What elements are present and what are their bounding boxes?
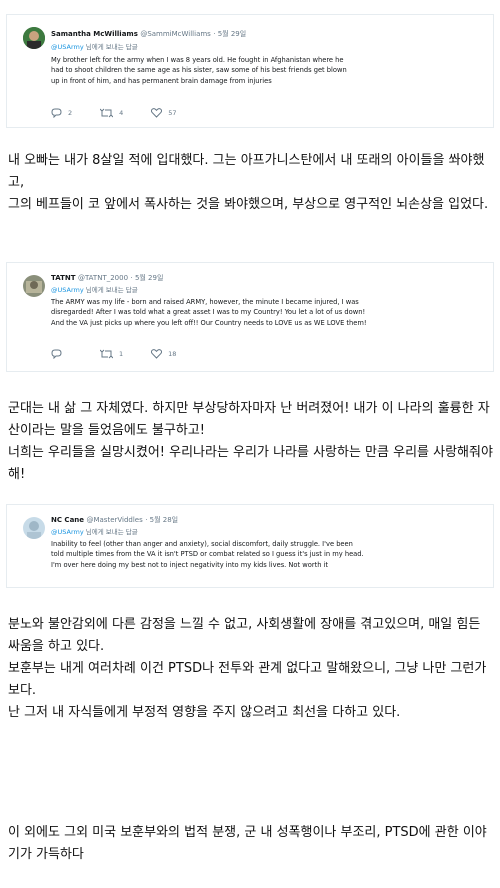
retweet-icon (100, 349, 113, 359)
tweet-text: The ARMY was my life - born and raised A… (51, 298, 367, 327)
translation-block-2: 군대는 내 삶 그 자체였다. 하지만 부상당하자마자 난 버려졌어! 내가 이… (8, 398, 494, 486)
summary-text: 이 외에도 그외 미국 보훈부와의 법적 분쟁, 군 내 성폭행이나 부조리, … (8, 825, 487, 862)
translation-line: 너희는 우리들을 실망시켰어! 우리나라는 우리가 나라를 사랑하는 만큼 우리… (8, 445, 493, 482)
reply-to-link[interactable]: @USArmy (51, 286, 84, 294)
translation-line: 군대는 내 삶 그 자체였다. 하지만 부상당하자마자 난 버려졌어! 내가 이… (8, 401, 490, 438)
reply-context: @USArmy 님에게 보내는 답글 (51, 284, 138, 294)
tweet-date[interactable]: 5월 29일 (218, 30, 246, 38)
translation-line: 난 그저 내 자식들에게 부정적 영향을 주지 않으려고 최선을 다하고 있다. (8, 705, 401, 720)
tweet-text: Inability to feel (other than anger and … (51, 540, 364, 569)
avatar[interactable] (23, 27, 45, 49)
reply-to-link[interactable]: @USArmy (51, 528, 84, 536)
heart-icon (151, 349, 163, 359)
avatar-photo-icon (23, 275, 45, 297)
heart-icon (151, 108, 163, 118)
like-count: 57 (168, 109, 177, 117)
reply-context: @USArmy 님에게 보내는 답글 (51, 526, 138, 536)
reply-icon (51, 108, 62, 118)
reply-icon (51, 349, 62, 359)
reply-suffix: 님에게 보내는 답글 (85, 43, 138, 51)
reply-to-link[interactable]: @USArmy (51, 43, 84, 51)
like-button[interactable]: 57 (151, 108, 177, 118)
avatar[interactable] (23, 275, 45, 297)
author-name: Samantha McWilliams (51, 30, 138, 38)
author-handle: @MasterViddles (86, 516, 143, 524)
translation-line: 그의 베프들이 코 앞에서 폭사하는 것을 봐야했으며, 부상으로 영구적인 뇌… (8, 197, 489, 212)
avatar-photo-icon (23, 27, 45, 49)
translation-block-3: 분노와 불안감외에 다른 감정을 느낄 수 없고, 사회생활에 장애를 겪고있으… (8, 614, 494, 724)
author-handle: @SammiMcWilliams (140, 30, 211, 38)
tweet-text: My brother left for the army when I was … (51, 56, 347, 85)
tweet-author[interactable]: TATNT @TATNT_2000 · 5월 29일 (51, 273, 163, 283)
translation-line: 분노와 불안감외에 다른 감정을 느낄 수 없고, 사회생활에 장애를 겪고있으… (8, 617, 481, 654)
tweet-date[interactable]: 5월 29일 (135, 274, 163, 282)
tweet-actions: 1 18 (51, 349, 204, 359)
tweet-actions: 2 4 57 (51, 108, 205, 118)
tweet-date[interactable]: 5월 28일 (150, 516, 178, 524)
avatar-photo-icon (23, 517, 45, 539)
reply-button[interactable]: 2 (51, 108, 72, 118)
retweet-button[interactable]: 1 (100, 349, 123, 359)
author-name: NC Cane (51, 516, 85, 524)
tweet-author[interactable]: Samantha McWilliams @SammiMcWilliams · 5… (51, 29, 246, 39)
tweet-card-tatnt[interactable]: TATNT @TATNT_2000 · 5월 29일 @USArmy 님에게 보… (6, 262, 494, 372)
author-handle: @TATNT_2000 (77, 274, 129, 282)
translation-block-1: 내 오빠는 내가 8살일 적에 입대했다. 그는 아프가니스탄에서 내 또래의 … (8, 150, 494, 216)
retweet-count: 4 (119, 109, 124, 117)
like-button[interactable]: 18 (151, 349, 176, 359)
retweet-count: 1 (119, 350, 124, 358)
retweet-button[interactable]: 4 (100, 108, 123, 118)
tweet-card-samantha[interactable]: Samantha McWilliams @SammiMcWilliams · 5… (6, 14, 494, 128)
translation-line: 내 오빠는 내가 8살일 적에 입대했다. 그는 아프가니스탄에서 내 또래의 … (8, 153, 485, 190)
reply-count: 2 (68, 109, 73, 117)
translation-line: 보훈부는 내게 여러차례 이건 PTSD나 전투와 관계 없다고 말해왔으니, … (8, 661, 487, 698)
retweet-icon (100, 108, 114, 118)
reply-button[interactable] (51, 349, 68, 359)
reply-suffix: 님에게 보내는 답글 (85, 286, 138, 294)
tweet-author[interactable]: NC Cane @MasterViddles · 5월 28일 (51, 515, 178, 525)
reply-suffix: 님에게 보내는 답글 (85, 528, 138, 536)
reply-context: @USArmy 님에게 보내는 답글 (51, 41, 138, 51)
like-count: 18 (168, 350, 177, 358)
tweet-card-nccane[interactable]: NC Cane @MasterViddles · 5월 28일 @USArmy … (6, 504, 494, 588)
author-name: TATNT (51, 274, 76, 282)
avatar[interactable] (23, 517, 45, 539)
